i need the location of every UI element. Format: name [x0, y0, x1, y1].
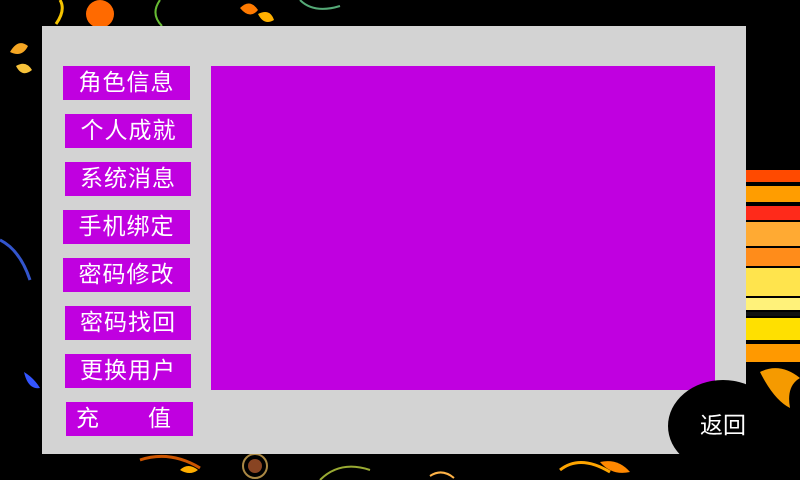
butterfly-icon [10, 43, 32, 74]
butterfly-icon [240, 3, 274, 22]
game-screen: 角色信息 个人成就 系统消息 手机绑定 密码修改 密码找回 更换用户 充值 返回 [0, 0, 800, 480]
recover-password-button[interactable]: 密码找回 [65, 306, 191, 340]
recharge-label-part1: 充 [76, 406, 100, 432]
menu-panel: 角色信息 个人成就 系统消息 手机绑定 密码修改 密码找回 更换用户 充值 [42, 26, 746, 454]
phone-binding-button[interactable]: 手机绑定 [63, 210, 190, 244]
content-area [211, 66, 715, 390]
system-messages-button[interactable]: 系统消息 [65, 162, 191, 196]
back-button[interactable]: 返回 [668, 380, 778, 472]
splash-shape [86, 0, 114, 28]
change-password-button[interactable]: 密码修改 [63, 258, 190, 292]
recharge-button[interactable]: 充值 [66, 402, 193, 436]
switch-user-button[interactable]: 更换用户 [65, 354, 191, 388]
achievements-button[interactable]: 个人成就 [65, 114, 192, 148]
recharge-label-part2: 值 [148, 406, 172, 432]
role-info-button[interactable]: 角色信息 [63, 66, 190, 100]
